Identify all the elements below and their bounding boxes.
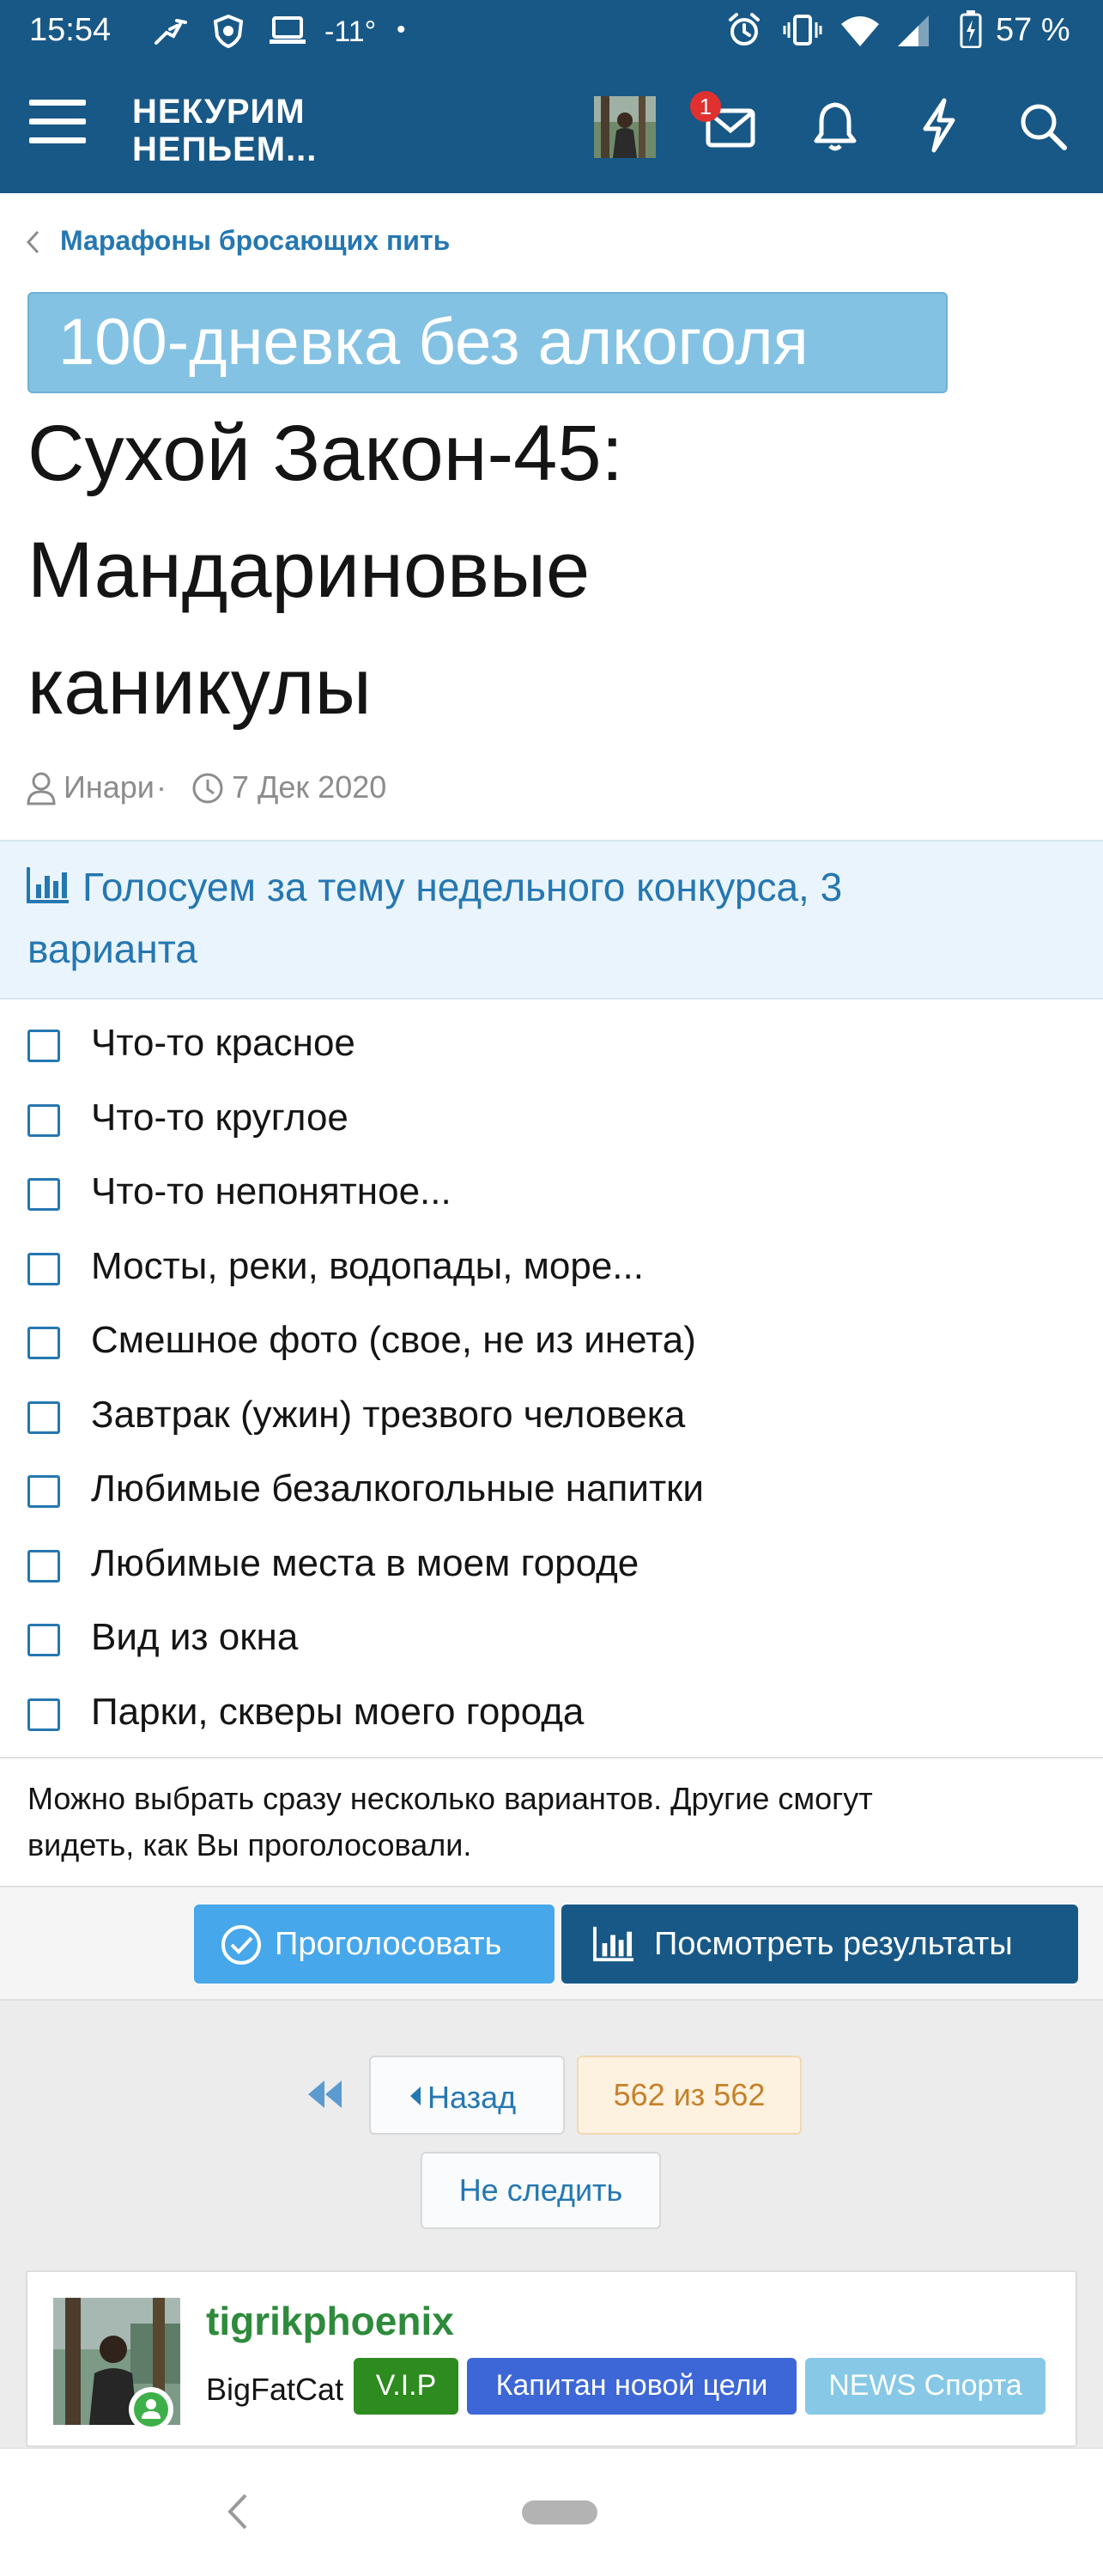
poll-option-label[interactable]: Что-то красное [91, 1022, 355, 1065]
caret-left-icon [410, 2087, 421, 2105]
logo-line-1: НЕКУРИМ [132, 93, 306, 131]
poll-question-line-1: Голосуем за тему недельного конкурса, 3 [82, 865, 843, 909]
online-indicator [129, 2387, 173, 2432]
online-user-icon [134, 2392, 168, 2427]
poll-option-label[interactable]: Парки, скверы моего города [91, 1691, 584, 1734]
wifi-icon [841, 16, 879, 46]
thread-prefix-label[interactable]: 100-дневка без алкоголя [27, 292, 948, 393]
divider [0, 1757, 1103, 1759]
poll-option-checkbox[interactable] [27, 1400, 60, 1434]
user-icon [27, 772, 56, 805]
poll-option-label[interactable]: Что-то круглое [91, 1097, 348, 1139]
post-user-title: BigFatCat [206, 2372, 344, 2407]
poll-option-checkbox[interactable] [27, 1624, 60, 1656]
back-nav-icon[interactable] [225, 2490, 251, 2533]
runner-icon [155, 19, 187, 45]
avatar[interactable] [594, 96, 656, 158]
breadcrumb-link[interactable]: Марафоны бросающих пить [60, 225, 450, 257]
view-results-button[interactable]: Посмотреть результаты [561, 1905, 1078, 1984]
poll-option-label[interactable]: Вид из окна [91, 1616, 298, 1659]
menu-icon[interactable] [29, 96, 86, 148]
poll-option-label[interactable]: Любимые безалкогольные напитки [91, 1467, 704, 1510]
status-temperature: -11° [324, 15, 377, 48]
poll-option-label[interactable]: Завтрак (ужин) трезвого человека [91, 1394, 685, 1437]
chevron-left-icon[interactable] [24, 228, 41, 256]
signal-icon [898, 15, 929, 46]
laptop-icon [270, 16, 306, 44]
vote-button[interactable]: Проголосовать [194, 1905, 555, 1984]
alarm-icon [729, 13, 760, 46]
poll-option-checkbox[interactable] [27, 1252, 60, 1285]
battery-percent: 57 % [996, 12, 1070, 48]
user-banner-captain: Капитан новой цели [467, 2358, 797, 2415]
thread-title-line-1: Сухой Закон-45: [27, 410, 624, 497]
unwatch-button[interactable]: Не следить [421, 2152, 661, 2229]
first-page-icon[interactable] [306, 2078, 343, 2111]
poll-question-line-2: варианта [27, 927, 197, 971]
check-circle-icon [221, 1925, 261, 1965]
poll-option-checkbox[interactable] [27, 1103, 60, 1137]
battery-charging-icon [960, 10, 982, 48]
page-indicator[interactable]: 562 из 562 [577, 2056, 802, 2135]
poll-hint-line-1: Можно выбрать сразу несколько вариантов.… [27, 1781, 873, 1816]
thread-title-line-2: Мандариновые [27, 526, 591, 614]
prev-page-button[interactable]: Назад [369, 2056, 565, 2135]
site-logo[interactable]: НЕКУРИМ НЕПЬЕМ... [132, 93, 317, 168]
prev-page-label: Назад [427, 2080, 517, 2115]
poll-option-checkbox[interactable] [27, 1178, 60, 1211]
post-username[interactable]: tigrikphoenix [206, 2298, 454, 2344]
vibrate-icon [783, 15, 822, 46]
lightning-icon[interactable] [918, 98, 960, 153]
home-pill[interactable] [522, 2500, 597, 2524]
meta-separator: · [156, 769, 167, 805]
vote-button-label: Проголосовать [275, 1926, 502, 1962]
poll-option-checkbox[interactable] [27, 1327, 60, 1359]
thread-date[interactable]: 7 Дек 2020 [232, 769, 386, 805]
poll-option-label[interactable]: Что-то непонятное... [91, 1170, 452, 1213]
poll-option-checkbox[interactable] [27, 1030, 60, 1062]
poll-option-label[interactable]: Смешное фото (свое, не из инета) [91, 1319, 696, 1362]
poll-hint-line-2: видеть, как Вы проголосовали. [27, 1827, 472, 1862]
user-banner-news: NEWS Спорта [805, 2358, 1045, 2415]
poll-option-checkbox[interactable] [27, 1549, 60, 1583]
logo-line-2: НЕПЬЕМ... [132, 131, 318, 168]
search-icon[interactable] [1018, 101, 1068, 151]
bar-chart-icon [27, 867, 69, 903]
poll-option-label[interactable]: Мосты, реки, водопады, море... [91, 1245, 644, 1288]
poll-option-checkbox[interactable] [27, 1698, 60, 1731]
user-banner-vip: V.I.P [354, 2358, 458, 2415]
thread-author[interactable]: Инари [64, 769, 155, 805]
clock-icon [192, 773, 223, 804]
bar-chart-icon [593, 1926, 633, 1962]
view-results-label: Посмотреть результаты [654, 1926, 1013, 1962]
inbox-badge: 1 [690, 91, 721, 122]
thread-title-line-3: каникулы [27, 643, 372, 731]
status-time: 15:54 [29, 12, 112, 48]
poll-option-label[interactable]: Любимые места в моем городе [91, 1542, 639, 1585]
shield-app-icon [213, 14, 244, 48]
poll-option-checkbox[interactable] [27, 1475, 60, 1508]
status-dot: • [397, 15, 406, 44]
bell-icon[interactable] [814, 101, 857, 151]
